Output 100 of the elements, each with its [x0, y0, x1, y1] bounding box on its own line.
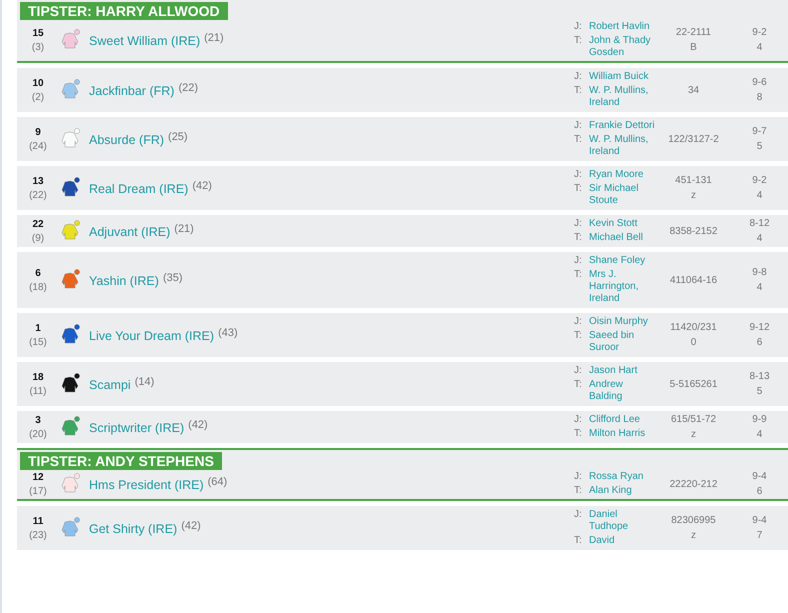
tipster-label: TIPSTER: ANDY STEPHENS — [20, 452, 222, 470]
form-figures: 122/3127-2 — [668, 134, 719, 144]
form-figures: 22220-212 — [670, 478, 718, 490]
runner-number: 18 — [32, 372, 44, 382]
horse-name-link[interactable]: Real Dream (IRE) — [89, 180, 188, 196]
horse-name-link[interactable]: Get Shirty (IRE) — [89, 520, 178, 536]
form-figures: 8358-2152 — [670, 226, 718, 236]
jockey-label: J: — [574, 471, 583, 483]
jockey-name-link[interactable]: Kevin Stott — [589, 218, 655, 230]
form-figures: 0 — [690, 337, 696, 348]
weight-text: 9-12 — [749, 322, 770, 333]
draw-number: (22) — [29, 190, 47, 200]
jockey-name-link[interactable]: William Buick — [589, 71, 655, 83]
trainer-label: T: — [574, 134, 583, 147]
trainer-name-link[interactable]: Alan King — [589, 485, 655, 497]
age-text: 4 — [756, 233, 762, 244]
trainer-name-link[interactable]: David — [589, 535, 655, 547]
horse-name-link[interactable]: Sweet William (IRE) — [89, 32, 200, 48]
trainer-name-link[interactable]: Michael Bell — [589, 232, 655, 244]
runner-number: 22 — [32, 218, 44, 230]
runner-number: 12 — [32, 472, 44, 482]
age-text: 5 — [756, 141, 762, 152]
weight-text: 8-12 — [749, 218, 770, 229]
horse-name-link[interactable]: Live Your Dream (IRE) — [89, 327, 214, 343]
trainer-label: T: — [574, 535, 583, 547]
jockey-label: J: — [574, 120, 583, 132]
draw-number: (24) — [29, 140, 47, 152]
weight-text: 9-2 — [752, 175, 767, 186]
draw-number: (20) — [29, 428, 47, 440]
trainer-name-link[interactable]: Andrew Balding — [589, 379, 655, 403]
horse-rating: (42) — [192, 180, 212, 192]
horse-name-link[interactable]: Hms President (IRE) — [89, 476, 204, 492]
trainer-label: T: — [574, 485, 583, 497]
jockey-label: J: — [574, 71, 583, 83]
weight-text: 9-4 — [752, 471, 767, 482]
jockey-label: J: — [574, 509, 583, 522]
jockey-label: J: — [574, 365, 583, 377]
trainer-name-link[interactable]: W. P. Mullins, Ireland — [589, 85, 655, 109]
form-figures: 34 — [688, 84, 700, 96]
weight-text: 9-4 — [752, 515, 767, 526]
jockey-name-link[interactable]: Ryan Moore — [589, 169, 655, 181]
horse-name-link[interactable]: Jackfinbar (FR) — [89, 82, 174, 98]
runner-number: 15 — [32, 28, 44, 38]
draw-number: (9) — [32, 232, 44, 244]
jockey-name-link[interactable]: Clifford Lee — [589, 414, 655, 426]
trainer-label: T: — [574, 85, 583, 98]
age-text: 4 — [756, 429, 762, 440]
trainer-name-link[interactable]: Saeed bin Suroor — [589, 330, 655, 354]
runner-number: 10 — [32, 78, 44, 88]
jockey-name-link[interactable]: Shane Foley — [589, 255, 655, 267]
form-figures: B — [690, 42, 697, 53]
runner-number: 9 — [35, 126, 41, 138]
horse-rating: (64) — [208, 476, 228, 488]
horse-rating: (14) — [134, 376, 154, 388]
form-figures: z — [691, 530, 696, 541]
trainer-name-link[interactable]: W. P. Mullins, Ireland — [589, 134, 655, 158]
horse-rating: (21) — [204, 32, 224, 44]
horse-name-link[interactable]: Scriptwriter (IRE) — [89, 419, 184, 435]
tipster-label: TIPSTER: HARRY ALLWOOD — [20, 2, 228, 20]
horse-name-link[interactable]: Absurde (FR) — [89, 131, 164, 147]
form-figures: z — [691, 429, 696, 440]
weight-text: 9-6 — [752, 77, 767, 88]
horse-rating: (25) — [168, 131, 188, 143]
age-text: 6 — [756, 486, 762, 497]
runner-number: 1 — [35, 322, 41, 334]
runner-number: 3 — [35, 414, 41, 426]
age-text: 7 — [756, 530, 762, 541]
jockey-label: J: — [574, 316, 583, 328]
trainer-name-link[interactable]: Milton Harris — [589, 428, 655, 440]
age-text: 4 — [756, 190, 762, 201]
trainer-label: T: — [574, 35, 583, 48]
trainer-label: T: — [574, 428, 583, 440]
jockey-name-link[interactable]: Robert Havlin — [589, 21, 655, 33]
form-figures: z — [691, 190, 696, 201]
weight-text: 9-8 — [752, 267, 767, 278]
jockey-name-link[interactable]: Oisin Murphy — [589, 316, 655, 328]
horse-rating: (42) — [181, 520, 201, 532]
form-figures: 22-2111 — [676, 27, 712, 38]
trainer-label: T: — [574, 330, 583, 343]
trainer-name-link[interactable]: Sir Michael Stoute — [589, 183, 655, 207]
draw-number: (2) — [32, 92, 44, 102]
trainer-label: T: — [574, 183, 583, 196]
horse-name-link[interactable]: Yashin (IRE) — [89, 272, 159, 288]
trainer-name-link[interactable]: Mrs J. Harrington, Ireland — [589, 269, 655, 305]
age-text: 8 — [756, 92, 762, 103]
trainer-name-link[interactable]: John & Thady Gosden — [589, 35, 655, 59]
horse-name-link[interactable]: Scampi — [89, 376, 131, 392]
horse-rating: (42) — [188, 419, 208, 431]
jockey-name-link[interactable]: Jason Hart — [589, 365, 655, 377]
form-figures: 5-5165261 — [670, 378, 718, 390]
age-text: 6 — [756, 337, 762, 348]
age-text: 4 — [756, 42, 762, 53]
jockey-name-link[interactable]: Frankie Dettori — [589, 120, 655, 132]
jockey-name-link[interactable]: Rossa Ryan — [589, 471, 655, 483]
draw-number: (11) — [29, 386, 47, 396]
horse-rating: (21) — [174, 223, 194, 235]
draw-number: (23) — [29, 530, 47, 540]
jockey-name-link[interactable]: Daniel Tudhope — [589, 509, 655, 533]
horse-name-link[interactable]: Adjuvant (IRE) — [89, 223, 170, 239]
age-text: 4 — [756, 282, 762, 293]
